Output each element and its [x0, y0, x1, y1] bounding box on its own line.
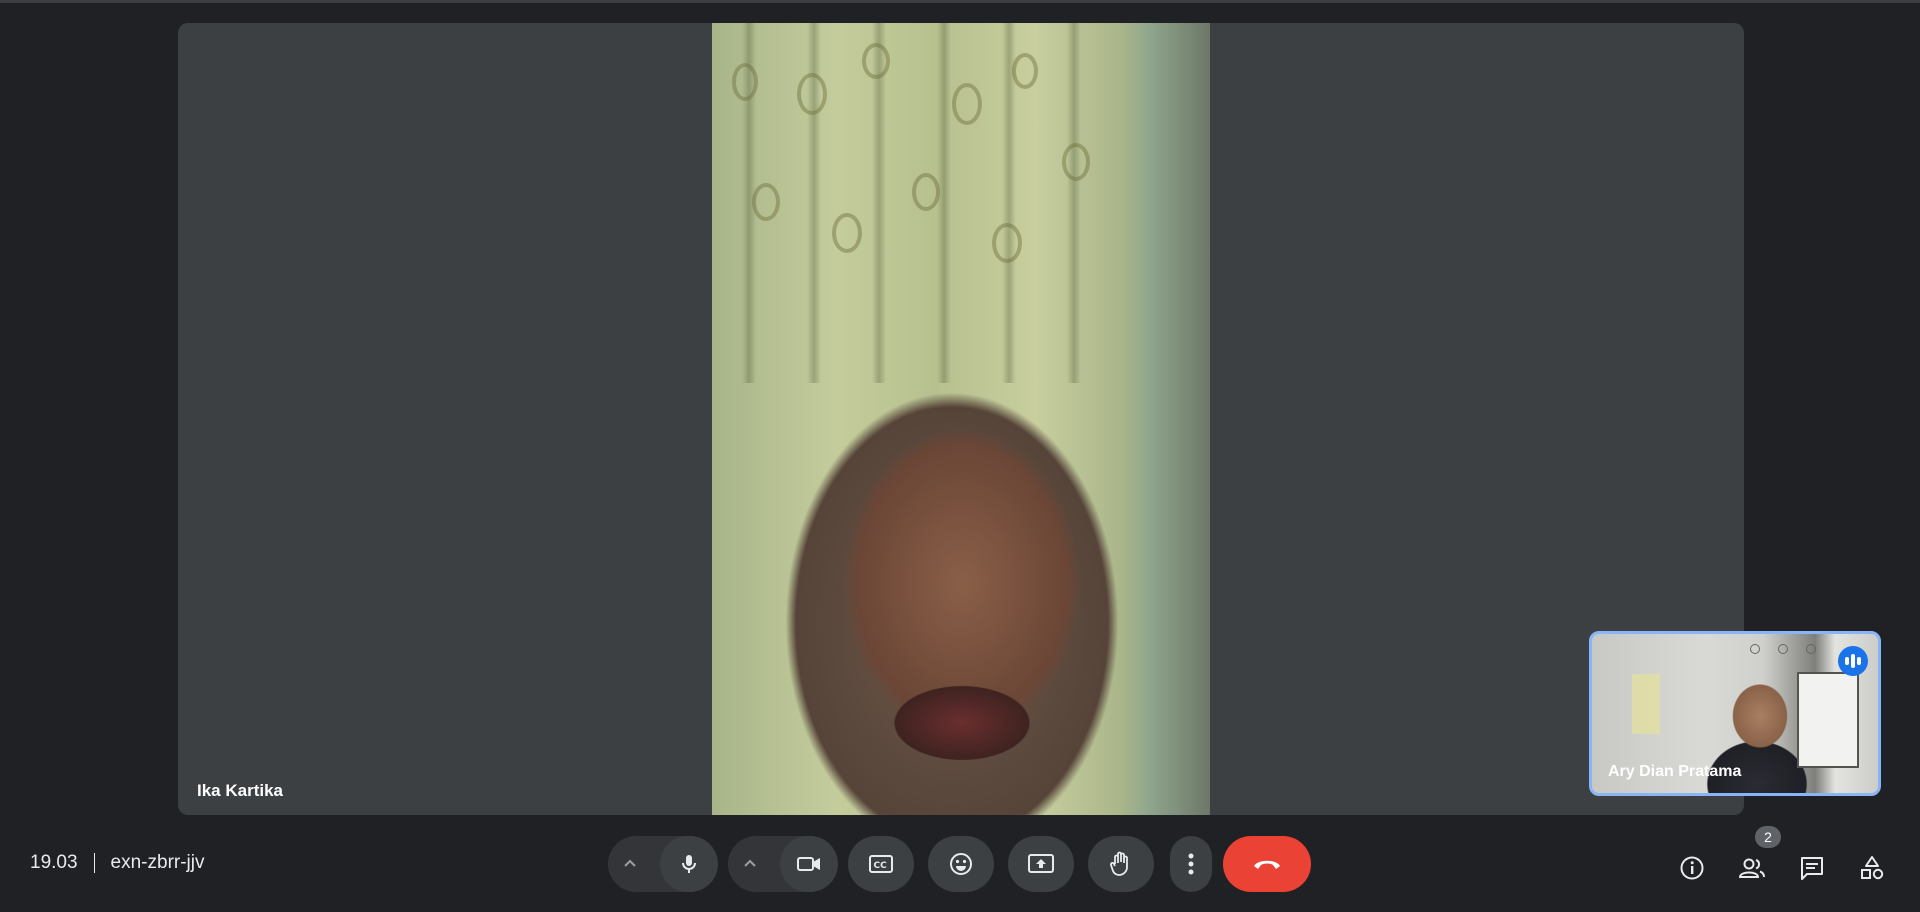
video-options-chevron-icon[interactable] [730, 836, 770, 892]
participant-name-label: Ika Kartika [197, 781, 283, 800]
divider [93, 853, 95, 873]
chat-icon [1799, 855, 1825, 881]
svg-text:CC: CC [874, 861, 888, 871]
meeting-details-button[interactable] [1668, 844, 1716, 892]
end-call-icon [1252, 857, 1282, 871]
shapes-icon [1859, 855, 1885, 881]
audio-options-chevron-icon[interactable] [610, 836, 650, 892]
camera-button[interactable] [780, 836, 838, 892]
reactions-button[interactable] [928, 836, 994, 892]
meeting-details: 19.03 exn-zbrr-jjv [30, 852, 205, 874]
more-vert-icon [1188, 853, 1194, 875]
people-button[interactable] [1728, 844, 1776, 892]
more-options-button[interactable] [1170, 836, 1212, 892]
window-top-border [0, 0, 1920, 3]
tile-options-dots [1750, 644, 1816, 654]
present-screen-button[interactable] [1008, 836, 1074, 892]
self-name-label: Ary Dian Pratama [1608, 763, 1742, 780]
people-count-badge: 2 [1755, 826, 1781, 848]
raise-hand-button[interactable] [1088, 836, 1154, 892]
chat-button[interactable] [1788, 844, 1836, 892]
info-icon [1679, 855, 1705, 881]
meeting-time: 19.03 [30, 852, 78, 873]
self-view-tile[interactable]: Ary Dian Pratama [1589, 631, 1881, 796]
meeting-code: exn-zbrr-jjv [110, 852, 205, 873]
microphone-icon [677, 852, 701, 876]
captions-icon: CC [868, 853, 894, 875]
speaking-indicator-icon [1838, 646, 1868, 676]
participant-video-ika-kartika[interactable] [712, 23, 1210, 815]
people-icon [1738, 856, 1766, 880]
leave-call-button[interactable] [1223, 836, 1311, 892]
microphone-button[interactable] [660, 836, 718, 892]
emoji-icon [948, 851, 974, 877]
camera-icon [796, 852, 822, 876]
hand-icon [1108, 850, 1134, 878]
present-screen-icon [1027, 852, 1055, 876]
activities-button[interactable] [1848, 844, 1896, 892]
main-stage: Ika Kartika [178, 23, 1744, 815]
captions-button[interactable]: CC [848, 836, 914, 892]
